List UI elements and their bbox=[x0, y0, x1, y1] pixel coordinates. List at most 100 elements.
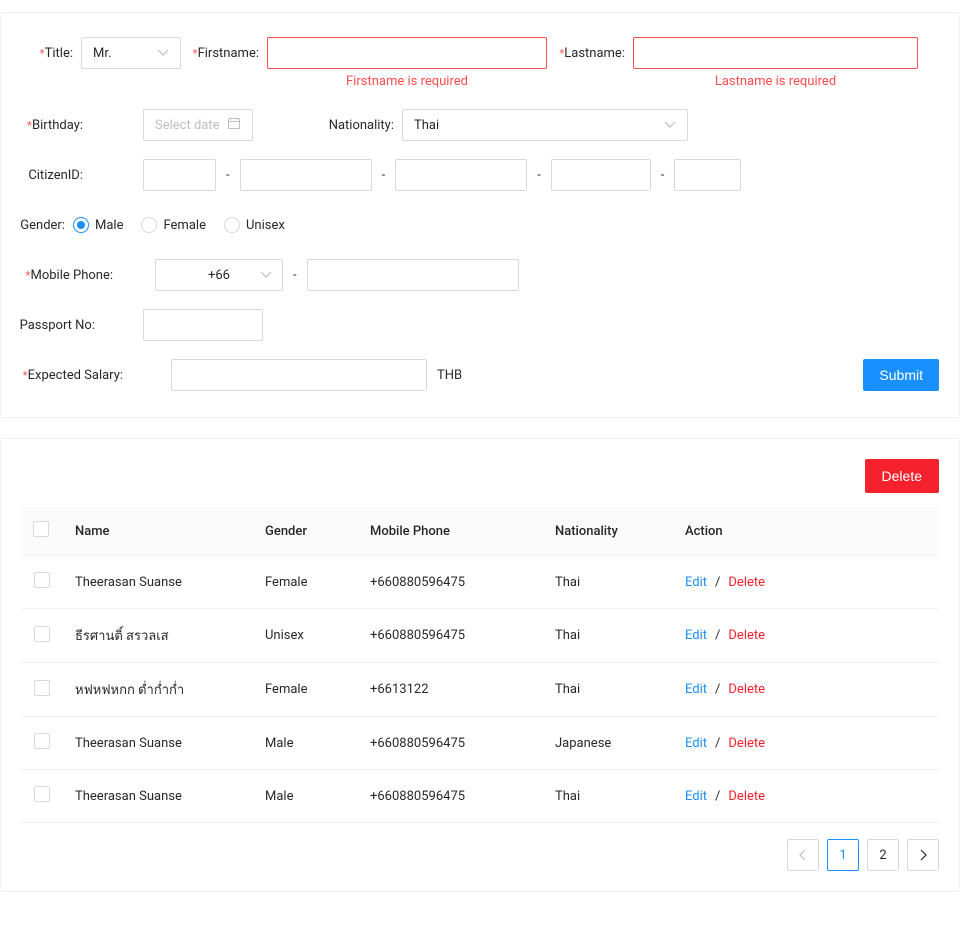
mobile-prefix-select[interactable]: +66 bbox=[155, 259, 283, 291]
cell-action: Edit/Delete bbox=[673, 609, 939, 663]
table-row: หฟหฟหกก ด่ำก่ำก่ำFemale+6613122ThaiEdit/… bbox=[21, 663, 939, 717]
edit-link[interactable]: Edit bbox=[685, 736, 707, 751]
row-checkbox[interactable] bbox=[34, 572, 50, 588]
radio-label: Male bbox=[95, 218, 123, 233]
radio-dot-icon bbox=[73, 217, 89, 233]
delete-link[interactable]: Delete bbox=[728, 628, 765, 643]
mobile-dash: - bbox=[283, 259, 307, 291]
table-row: Theerasan SuanseMale+660880596475Japanes… bbox=[21, 717, 939, 770]
bulk-delete-button[interactable]: Delete bbox=[865, 459, 939, 493]
table-row: Theerasan SuanseMale+660880596475ThaiEdi… bbox=[21, 770, 939, 823]
cell-nationality: Thai bbox=[543, 770, 673, 823]
birthday-date-picker[interactable]: Select date bbox=[143, 109, 253, 141]
gender-radio-female[interactable]: Female bbox=[141, 217, 205, 233]
data-table: Name Gender Mobile Phone Nationality Act… bbox=[21, 507, 939, 823]
cell-gender: Male bbox=[253, 717, 358, 770]
gender-radio-unisex[interactable]: Unisex bbox=[224, 217, 285, 233]
citizenid-dash: - bbox=[651, 159, 675, 191]
passport-input[interactable] bbox=[143, 309, 263, 341]
select-all-checkbox[interactable] bbox=[33, 521, 49, 537]
col-name: Name bbox=[63, 507, 253, 556]
chevron-down-icon bbox=[157, 47, 169, 59]
birthday-placeholder: Select date bbox=[155, 118, 220, 133]
lastname-error: Lastname is required bbox=[633, 73, 918, 91]
cell-mobile: +660880596475 bbox=[358, 717, 543, 770]
gender-radio-male[interactable]: Male bbox=[73, 217, 123, 233]
page-next[interactable] bbox=[907, 839, 939, 871]
cell-gender: Female bbox=[253, 556, 358, 609]
radio-label: Unisex bbox=[246, 218, 285, 233]
delete-link[interactable]: Delete bbox=[728, 575, 765, 590]
citizenid-input-2[interactable] bbox=[240, 159, 372, 191]
firstname-error: Firstname is required bbox=[267, 73, 547, 91]
edit-link[interactable]: Edit bbox=[685, 575, 707, 590]
nationality-select[interactable]: Thai bbox=[402, 109, 688, 141]
cell-nationality: Thai bbox=[543, 663, 673, 717]
radio-label: Female bbox=[163, 218, 205, 233]
citizenid-dash: - bbox=[527, 159, 551, 191]
row-checkbox[interactable] bbox=[34, 626, 50, 642]
row-checkbox[interactable] bbox=[34, 680, 50, 696]
cell-action: Edit/Delete bbox=[673, 663, 939, 717]
nationality-value: Thai bbox=[414, 118, 439, 133]
col-mobile: Mobile Phone bbox=[358, 507, 543, 556]
page-2[interactable]: 2 bbox=[867, 839, 899, 871]
citizenid-input-3[interactable] bbox=[395, 159, 527, 191]
calendar-icon bbox=[227, 116, 241, 134]
cell-gender: Male bbox=[253, 770, 358, 823]
col-nationality: Nationality bbox=[543, 507, 673, 556]
cell-gender: Female bbox=[253, 663, 358, 717]
action-separator: / bbox=[707, 628, 728, 643]
firstname-input[interactable] bbox=[267, 37, 547, 69]
citizenid-input-5[interactable] bbox=[674, 159, 741, 191]
row-checkbox[interactable] bbox=[34, 733, 50, 749]
cell-action: Edit/Delete bbox=[673, 717, 939, 770]
cell-name: Theerasan Suanse bbox=[63, 770, 253, 823]
cell-action: Edit/Delete bbox=[673, 770, 939, 823]
firstname-label: Firstname bbox=[189, 37, 267, 69]
nationality-label: Nationality bbox=[317, 109, 402, 141]
cell-action: Edit/Delete bbox=[673, 556, 939, 609]
cell-mobile: +660880596475 bbox=[358, 609, 543, 663]
edit-link[interactable]: Edit bbox=[685, 789, 707, 804]
row-checkbox[interactable] bbox=[34, 786, 50, 802]
birthday-label: Birthday bbox=[21, 109, 91, 141]
cell-nationality: Thai bbox=[543, 609, 673, 663]
table-row: Theerasan SuanseFemale+660880596475ThaiE… bbox=[21, 556, 939, 609]
table-row: ธีรศานติ์ สรวลเสUnisex+660880596475ThaiE… bbox=[21, 609, 939, 663]
lastname-input[interactable] bbox=[633, 37, 918, 69]
mobile-input[interactable] bbox=[307, 259, 519, 291]
salary-input[interactable] bbox=[171, 359, 427, 391]
title-select[interactable]: Mr. bbox=[81, 37, 181, 69]
edit-link[interactable]: Edit bbox=[685, 682, 707, 697]
action-separator: / bbox=[707, 575, 728, 590]
salary-label: Expected Salary bbox=[21, 359, 131, 391]
col-action: Action bbox=[673, 507, 939, 556]
citizenid-dash: - bbox=[372, 159, 396, 191]
mobile-prefix-value: +66 bbox=[208, 268, 230, 283]
delete-link[interactable]: Delete bbox=[728, 736, 765, 751]
table-card: Delete Name Gender Mobile Phone National… bbox=[0, 438, 960, 892]
col-gender: Gender bbox=[253, 507, 358, 556]
cell-name: Theerasan Suanse bbox=[63, 556, 253, 609]
page-1[interactable]: 1 bbox=[827, 839, 859, 871]
radio-dot-icon bbox=[141, 217, 157, 233]
submit-button[interactable]: Submit bbox=[863, 359, 939, 391]
edit-link[interactable]: Edit bbox=[685, 628, 707, 643]
action-separator: / bbox=[707, 736, 728, 751]
mobile-label: Mobile Phone bbox=[21, 259, 121, 291]
page-prev[interactable] bbox=[787, 839, 819, 871]
gender-label: Gender bbox=[21, 209, 73, 241]
citizenid-input-1[interactable] bbox=[143, 159, 216, 191]
title-value: Mr. bbox=[93, 46, 111, 61]
cell-name: Theerasan Suanse bbox=[63, 717, 253, 770]
radio-dot-icon bbox=[224, 217, 240, 233]
citizenid-input-4[interactable] bbox=[551, 159, 651, 191]
chevron-down-icon bbox=[260, 269, 272, 281]
cell-name: ธีรศานติ์ สรวลเส bbox=[63, 609, 253, 663]
delete-link[interactable]: Delete bbox=[728, 789, 765, 804]
action-separator: / bbox=[707, 789, 728, 804]
gender-radio-group: Male Female Unisex bbox=[73, 209, 285, 241]
delete-link[interactable]: Delete bbox=[728, 682, 765, 697]
cell-mobile: +660880596475 bbox=[358, 770, 543, 823]
